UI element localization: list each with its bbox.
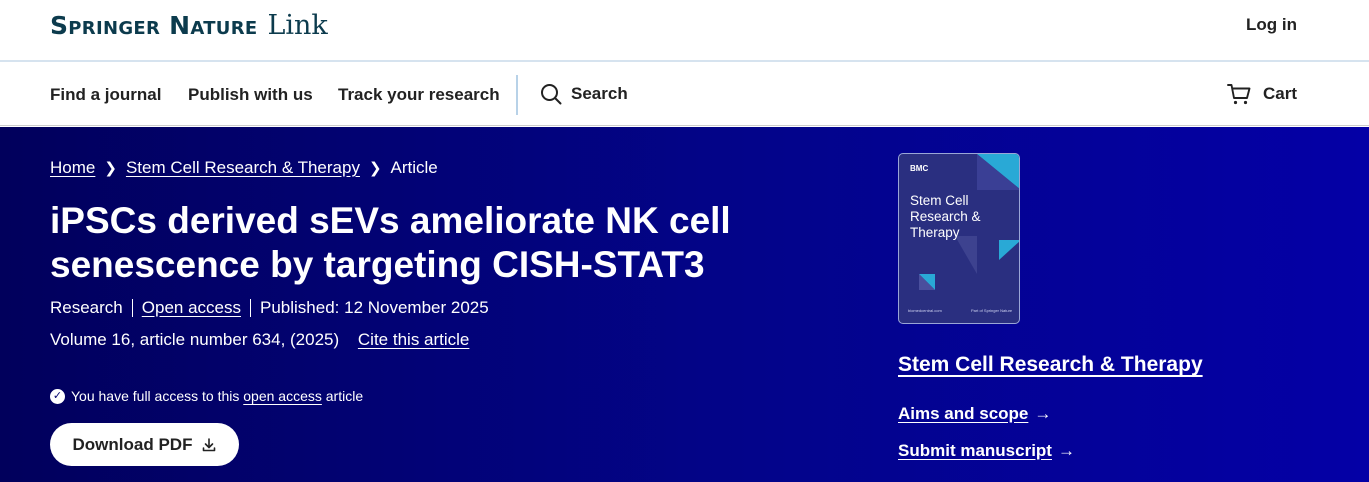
access-prefix: You have full access to this [71,388,240,404]
open-access-link[interactable]: Open access [142,298,241,318]
meta-divider [131,299,133,317]
download-pdf-button[interactable]: Download PDF [50,423,239,466]
aims-scope-label: Aims and scope [898,404,1029,423]
journal-cover[interactable]: BMC Stem Cell Research & Therapy biomedc… [898,153,1020,324]
nav-publish-with-us[interactable]: Publish with us [188,85,313,105]
check-circle-icon: ✓ [50,388,65,404]
download-pdf-label: Download PDF [72,434,193,454]
logo-link-text: Link [267,10,328,41]
breadcrumb-journal[interactable]: Stem Cell Research & Therapy [126,158,360,178]
search-label: Search [571,84,628,103]
article-volume-row: Volume 16, article number 634, (2025) Ci… [50,330,469,350]
aims-scope-link[interactable]: Aims and scope → [898,404,1051,424]
meta-divider [250,299,251,317]
article-title: iPSCs derived sEVs ameliorate NK cell se… [50,200,731,285]
top-header: Springer Nature Link Log in [0,0,1369,62]
published-date: Published: 12 November 2025 [260,298,489,317]
login-link[interactable]: Log in [1246,15,1297,35]
main-nav: Find a journal Publish with us Track you… [0,64,1369,126]
cart-icon [1227,84,1251,105]
breadcrumb-current: Article [390,158,438,177]
cover-footer-left: biomedcentral.com [908,308,942,313]
article-hero: Home ❯ Stem Cell Research & Therapy ❯ Ar… [0,127,1369,482]
chevron-right-icon: ❯ [368,160,382,177]
cover-publisher: BMC [910,164,929,173]
download-icon [203,437,216,451]
nav-track-research[interactable]: Track your research [338,85,500,105]
arrow-right-icon: → [1034,404,1052,423]
search-icon [541,84,562,105]
volume-info: Volume 16, article number 634, (2025) [50,330,340,349]
nav-divider [516,75,518,115]
access-suffix: article [325,388,364,404]
cite-article-link[interactable]: Cite this article [358,330,469,349]
breadcrumb-home[interactable]: Home [50,158,95,178]
springer-nature-link-logo[interactable]: Springer Nature Link [50,10,328,41]
access-notice: ✓ You have full access to this open acce… [50,388,363,404]
access-open-access-link[interactable]: open access [243,388,322,404]
logo-brand: Springer Nature [50,11,258,40]
nav-find-journal[interactable]: Find a journal [50,85,161,105]
cover-title: Stem Cell Research & Therapy [910,193,981,240]
article-meta: Research Open access Published: 12 Novem… [50,298,489,318]
cover-footer-right: Part of Springer Nature [971,308,1013,313]
breadcrumb: Home ❯ Stem Cell Research & Therapy ❯ Ar… [50,158,438,178]
cart-label: Cart [1262,84,1297,103]
submit-manuscript-label: Submit manuscript [898,441,1052,460]
cart-button[interactable]: Cart [1227,83,1297,105]
search-button[interactable]: Search [540,83,628,105]
submit-manuscript-link[interactable]: Submit manuscript → [898,441,1075,461]
chevron-right-icon: ❯ [104,160,117,177]
journal-name-link[interactable]: Stem Cell Research & Therapy [898,353,1203,377]
arrow-right-icon: → [1057,441,1075,460]
article-type: Research [50,298,123,317]
